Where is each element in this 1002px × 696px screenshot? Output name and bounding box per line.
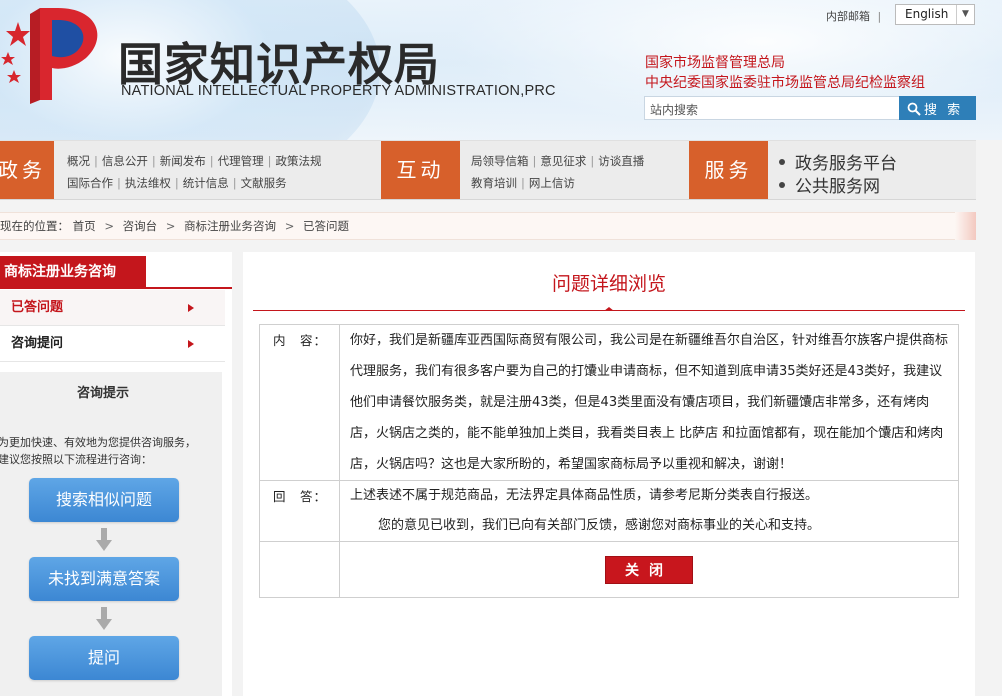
nav-tag-government[interactable]: 政务 [0, 141, 54, 199]
table-row: 回 答： 上述表述不属于规范商品，无法界定具体商品性质，请参考尼斯分类表自行报送… [259, 480, 959, 542]
breadcrumb-item-trademark[interactable]: 商标注册业务咨询 [184, 219, 276, 233]
close-button[interactable]: 关闭 [605, 556, 693, 584]
service-label[interactable]: 公共服务网 [795, 177, 880, 197]
breadcrumb: 现在的位置： 首页 > 咨询台 > 商标注册业务咨询 > 已答问题 [0, 212, 976, 240]
search-button[interactable]: 搜 索 [899, 96, 976, 120]
nav-link-training[interactable]: 教育培训 [471, 176, 517, 190]
nav-tag-service[interactable]: 服务 [689, 141, 768, 199]
site-header: 国家知识产权局 NATIONAL INTELLECTUAL PROPERTY A… [0, 0, 1002, 140]
internal-mail-label[interactable]: 内部邮箱 [826, 10, 870, 23]
ask-question-button[interactable]: 提问 [29, 636, 179, 680]
arrow-right-icon [188, 304, 194, 312]
sidebar-title: 商标注册业务咨询 [0, 256, 146, 288]
question-detail-panel: 问题详细浏览 内 容： 你好，我们是新疆库亚西国际商贸有限公司，我公司是在新疆维… [243, 252, 975, 696]
chevron-down-icon[interactable]: ▼ [956, 5, 974, 24]
service-link-public-network[interactable]: 公共服务网 [779, 172, 880, 197]
breadcrumb-item-home[interactable]: 首页 [73, 219, 96, 233]
search-icon [907, 102, 921, 116]
search-button-label[interactable]: 搜 索 [924, 103, 963, 118]
arrow-down-icon [96, 607, 112, 630]
nav-interaction-links-row2: 教育培训 | 网上信访 [471, 176, 575, 190]
nav-tag-interaction[interactable]: 互动 [381, 141, 460, 199]
sidebar-item-label[interactable]: 咨询提问 [11, 336, 63, 351]
answer-line: 您的意见已收到，我们已向有关部门反馈，感谢您对商标事业的关心和支持。 [378, 518, 821, 533]
nav-link-enforcement[interactable]: 执法维权 [125, 176, 171, 190]
sidebar-item-ask[interactable]: 咨询提问 [0, 326, 225, 362]
tips-title: 咨询提示 [76, 386, 129, 401]
nav-link-news[interactable]: 新闻发布 [160, 154, 206, 168]
nav-link-live[interactable]: 访谈直播 [598, 154, 644, 168]
bullet-icon [779, 182, 785, 188]
arrow-down-icon [96, 528, 112, 551]
empty-cell [259, 541, 340, 598]
org-link-samr[interactable]: 国家市场监督管理总局 [645, 52, 785, 72]
answer-content: 上述表述不属于规范商品，无法界定具体商品性质，请参考尼斯分类表自行报送。 您的意… [339, 480, 959, 542]
search-input[interactable]: 站内搜索 [644, 96, 900, 120]
breadcrumb-separator: > [284, 219, 295, 233]
logo-english-name: NATIONAL INTELLECTUAL PROPERTY ADMINISTR… [121, 83, 556, 99]
left-sidebar: 商标注册业务咨询 已答问题 咨询提问 咨询提示 为更加快速、有效地为您提供咨询服… [0, 252, 232, 696]
nav-link-petition[interactable]: 网上信访 [529, 176, 575, 190]
table-row: 关闭 [259, 541, 959, 598]
title-divider-notch [604, 307, 614, 311]
search-similar-button[interactable]: 搜索相似问题 [29, 478, 179, 522]
breadcrumb-edge-decoration [955, 212, 976, 240]
content-label: 内 容： [259, 324, 340, 481]
nav-link-literature[interactable]: 文献服务 [241, 176, 287, 190]
internal-mail-link[interactable]: 内部邮箱 | [826, 8, 881, 24]
mail-separator: | [877, 10, 882, 23]
nav-link-leader-mailbox[interactable]: 局领导信箱 [471, 154, 529, 168]
nav-link-opinions[interactable]: 意见征求 [540, 154, 586, 168]
question-content: 你好，我们是新疆库亚西国际商贸有限公司，我公司是在新疆维吾尔自治区，针对维吾尔族… [339, 324, 959, 481]
sidebar-item-label[interactable]: 已答问题 [11, 300, 63, 315]
nav-link-agency[interactable]: 代理管理 [218, 154, 264, 168]
tips-text-line: 为更加快速、有效地为您提供咨询服务， [0, 436, 196, 449]
bullet-icon [779, 159, 785, 165]
breadcrumb-separator: > [104, 219, 114, 233]
nav-interaction-links-row1: 局领导信箱 | 意见征求 | 访谈直播 [471, 154, 645, 168]
language-value[interactable]: English [905, 7, 948, 21]
action-cell: 关闭 [339, 541, 959, 598]
cnipa-logo-icon[interactable] [0, 0, 120, 110]
sidebar-title-underline [0, 287, 232, 289]
nav-link-intl[interactable]: 国际合作 [67, 176, 113, 190]
breadcrumb-separator: > [165, 219, 176, 233]
nav-government-links-row1: 概况 | 信息公开 | 新闻发布 | 代理管理 | 政策法规 [67, 154, 322, 168]
consult-tips-panel: 咨询提示 为更加快速、有效地为您提供咨询服务， 建议您按照以下流程进行咨询： 搜… [0, 372, 222, 696]
question-detail-table: 内 容： 你好，我们是新疆库亚西国际商贸有限公司，我公司是在新疆维吾尔自治区，针… [259, 324, 959, 598]
breadcrumb-item-consult[interactable]: 咨询台 [123, 219, 158, 233]
service-label[interactable]: 政务服务平台 [795, 154, 897, 174]
nav-link-policy[interactable]: 政策法规 [276, 154, 322, 168]
sidebar-item-answered[interactable]: 已答问题 [0, 290, 225, 326]
page-title: 问题详细浏览 [551, 273, 666, 295]
org-link-discipline[interactable]: 中央纪委国家监委驻市场监管总局纪检监察组 [645, 72, 925, 92]
nav-link-stats[interactable]: 统计信息 [183, 176, 229, 190]
nav-link-overview[interactable]: 概况 [67, 154, 90, 168]
tips-text-line: 建议您按照以下流程进行咨询： [0, 453, 152, 466]
table-row: 内 容： 你好，我们是新疆库亚西国际商贸有限公司，我公司是在新疆维吾尔自治区，针… [259, 324, 959, 481]
tips-text: 为更加快速、有效地为您提供咨询服务， 建议您按照以下流程进行咨询： [0, 434, 220, 468]
service-link-gov-platform[interactable]: 政务服务平台 [779, 149, 897, 174]
answer-label: 回 答： [259, 480, 340, 542]
arrow-right-icon [188, 340, 194, 348]
main-nav: 政务 概况 | 信息公开 | 新闻发布 | 代理管理 | 政策法规 国际合作 | 执法维权 | 统计信息… [0, 140, 976, 200]
nav-government-links-row2: 国际合作 | 执法维权 | 统计信息 | 文献服务 [67, 176, 287, 190]
answer-line: 上述表述不属于规范商品，无法界定具体商品性质，请参考尼斯分类表自行报送。 [350, 488, 819, 503]
breadcrumb-prefix: 现在的位置： [0, 219, 69, 233]
not-found-button[interactable]: 未找到满意答案 [29, 557, 179, 601]
nav-link-info-disclosure[interactable]: 信息公开 [102, 154, 148, 168]
language-select[interactable]: English ▼ [895, 4, 975, 25]
breadcrumb-item-answered[interactable]: 已答问题 [303, 219, 349, 233]
